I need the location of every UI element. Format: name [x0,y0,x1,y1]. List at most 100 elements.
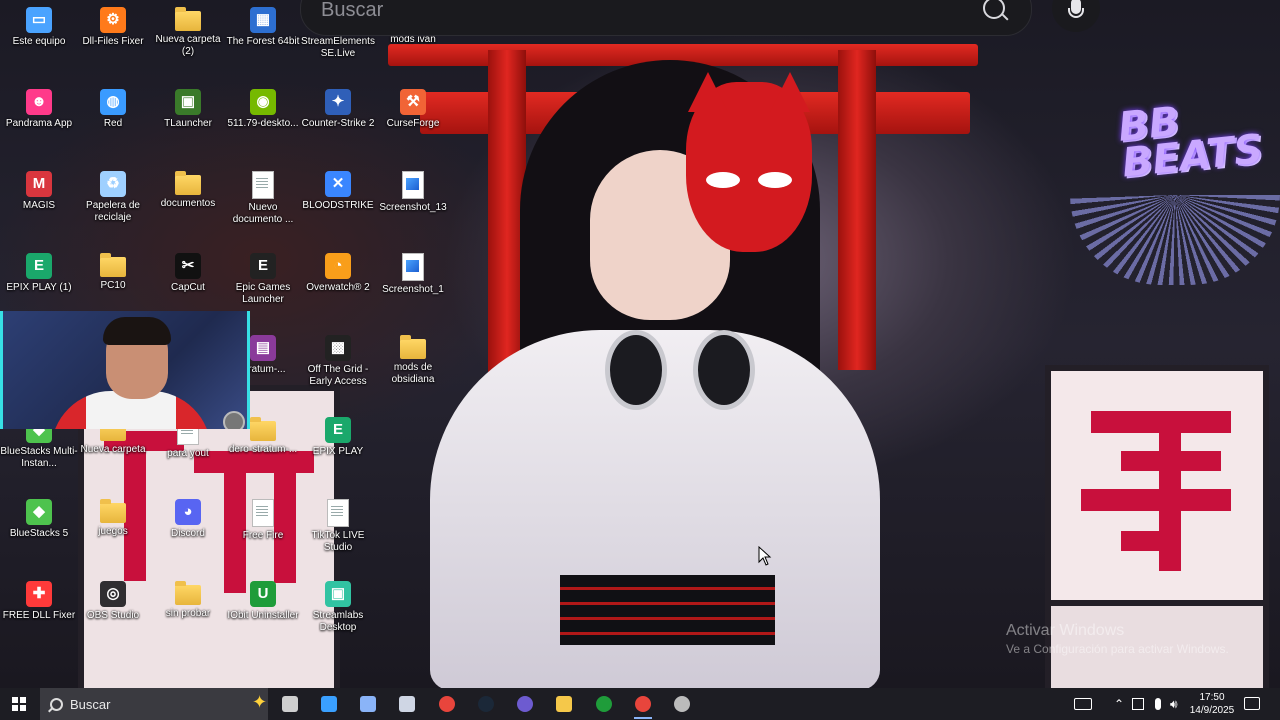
taskbar-app-button[interactable] [624,688,662,720]
notification-center-icon[interactable] [1244,697,1260,710]
desktop-icon[interactable]: U IObit Uninstaller [224,576,302,622]
desktop-icon[interactable]: PC10 [74,248,152,292]
desktop-icon[interactable]: ▦ The Forest 64bit [224,2,302,48]
search-icon[interactable] [983,0,1005,19]
desktop-icon[interactable]: Screenshot_13 [374,166,452,214]
desktop-icon[interactable]: Free Fire [224,494,302,542]
volume-icon[interactable]: 🔊︎ [1170,698,1182,710]
taskbar-app-button[interactable] [663,688,701,720]
desktop-icon[interactable]: Screenshot_1 [374,248,452,296]
desktop-icon-label: Epic Games Launcher [235,282,291,305]
search-overlay-bar[interactable]: Buscar [300,0,1032,36]
activation-watermark: Activar Windows [1006,622,1125,639]
webcam-overlay [0,311,250,429]
taskbar-app-button[interactable] [388,688,426,720]
desktop-icon[interactable]: E Epic Games Launcher [224,248,302,306]
desktop-icon-label: EPIX PLAY (1) [6,282,72,293]
desktop-icon-label: sin probar [165,608,211,619]
desktop-icon-label: EPIX PLAY [312,446,364,457]
desktop-icon-label: StreamElements SE.Live [301,36,375,59]
taskbar-app-button[interactable] [428,688,466,720]
network-monitor-icon[interactable] [1132,698,1144,710]
bluestacks-icon: ◆ [26,499,52,525]
desktop-icon-label: Streamlabs Desktop [312,610,364,633]
desktop-icon-label: Nueva carpeta [80,444,146,455]
document-icon [327,499,349,527]
desktop-icon-label: Overwatch® 2 [306,282,370,293]
news-icon [321,696,337,712]
folder-icon [250,417,276,441]
desktop-icon[interactable]: ▣ Streamlabs Desktop [299,576,377,634]
desktop-icon[interactable]: ◕ Discord [149,494,227,540]
desktop-icon[interactable]: ◆ BlueStacks 5 [0,494,78,540]
folder-icon [175,581,201,605]
folder-icon [400,335,426,359]
desktop-icon[interactable]: Nuevo documento ... [224,166,302,226]
desktop-icon[interactable]: E EPIX PLAY [299,412,377,458]
desktop-icon[interactable]: ◔ Overwatch® 2 [299,248,377,294]
webcam-person-hair [103,317,171,345]
desktop-icon[interactable]: ✚ FREE DLL Fixer [0,576,78,622]
taskbar-app-button[interactable] [271,688,309,720]
desktop-icon-label: para yout [167,448,209,459]
taskbar-clock[interactable]: 17:50 14/9/2025 [1188,691,1236,717]
desktop-icon[interactable]: ✕ BLOODSTRIKE [299,166,377,212]
iobit-taskbar-icon [596,696,612,712]
desktop-icon[interactable]: M MAGIS [0,166,78,212]
epic-icon: E [250,253,276,279]
taskbar-app-button[interactable] [585,688,623,720]
dll-fixer-icon: ✚ [26,581,52,607]
desktop-icon[interactable]: TikTok LIVE Studio [299,494,377,554]
desktop-icon[interactable]: ▩ Off The Grid - Early Access [299,330,377,388]
desktop-icon[interactable]: ⚒ CurseForge [374,84,452,130]
taskbar-app-button[interactable] [310,688,348,720]
desktop-icon[interactable]: ✦ Counter-Strike 2 [299,84,377,130]
keyboard-icon[interactable] [1074,698,1092,710]
taskbar-search-placeholder: Buscar [70,697,111,712]
image-file-icon [402,171,424,199]
gear-icon: ⚙ [100,7,126,33]
desktop-icon-label: FREE DLL Fixer [2,610,76,621]
folder-icon [175,7,201,31]
document-icon [252,499,274,527]
desktop-icon[interactable]: Nueva carpeta (2) [149,2,227,58]
desktop-icon-label: The Forest 64bit [226,36,300,47]
desktop-icon[interactable]: ⚙ Dll-Files Fixer [74,2,152,48]
epix-icon: E [26,253,52,279]
start-button[interactable] [0,688,38,720]
desktop-icon[interactable]: E EPIX PLAY (1) [0,248,78,294]
winrar-icon: ▤ [250,335,276,361]
desktop-icon[interactable]: juegos [74,494,152,538]
taskbar-app-button[interactable] [467,688,505,720]
desktop-icon[interactable]: mods de obsidiana [374,330,452,386]
desktop-icon[interactable]: ☻ Pandrama App [0,84,78,130]
iobit-icon: U [250,581,276,607]
taskbar-app-button[interactable] [349,688,387,720]
desktop-icon-label: Dll-Files Fixer [82,36,144,47]
chrome-profile-icon [635,696,651,712]
desktop-icon[interactable]: documentos [149,166,227,210]
app-icon: ▦ [250,7,276,33]
desktop-icon[interactable]: ♻ Papelera de reciclaje [74,166,152,224]
taskbar-search-box[interactable]: Buscar ✦ [40,688,268,720]
webcam-microphone [223,411,245,429]
desktop-icon[interactable]: ◉ 511.79-deskto... [224,84,302,130]
recycle-bin-icon: ♻ [100,171,126,197]
microphone-tray-icon[interactable] [1155,698,1161,710]
copilot-sparkle-icon[interactable]: ✦ [252,692,267,713]
desktop-icon-label: Nuevo documento ... [232,202,294,225]
taskbar-app-button[interactable] [506,688,544,720]
taskbar-app-button[interactable] [545,688,583,720]
desktop-icon[interactable]: ▣ TLauncher [149,84,227,130]
streamlabs-icon: ▣ [325,581,351,607]
desktop-icon[interactable]: ▭ Este equipo [0,2,78,48]
show-hidden-icons-chevron-icon[interactable]: ⌃ [1114,698,1126,710]
desktop-icon[interactable]: sin probar [149,576,227,620]
desktop-icon[interactable]: ◎ OBS Studio [74,576,152,622]
figure-belt [560,575,775,645]
panda-icon: ☻ [26,89,52,115]
desktop-icon-label: MAGIS [22,200,56,211]
desktop-icon[interactable]: ◍ Red [74,84,152,130]
steam-icon [478,696,494,712]
desktop-icon[interactable]: ✂ CapCut [149,248,227,294]
